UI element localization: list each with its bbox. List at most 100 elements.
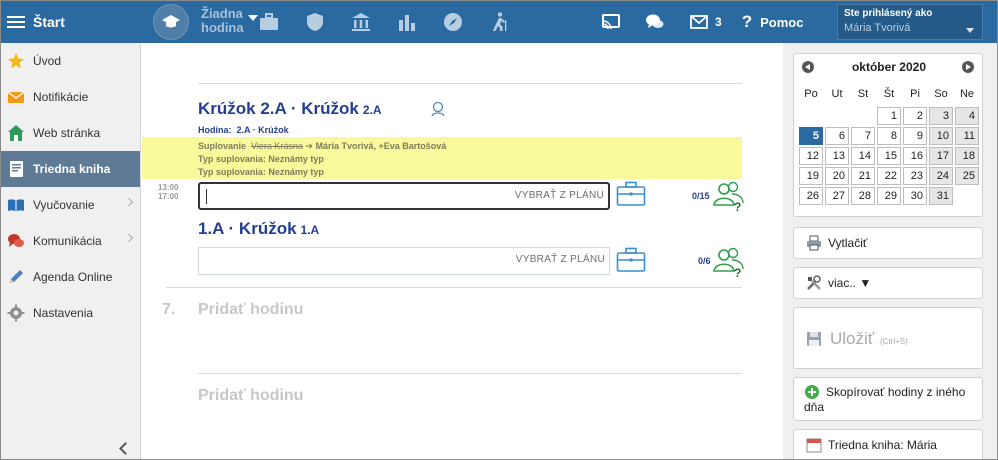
calendar-day[interactable]: 6 bbox=[825, 127, 849, 145]
attendance-count: 0/6 bbox=[698, 256, 711, 266]
lesson-topic-input[interactable]: VYBRAŤ Z PLÁNU bbox=[198, 182, 610, 210]
help-icon[interactable]: ? bbox=[742, 12, 752, 32]
calendar-day[interactable]: 10 bbox=[929, 127, 953, 145]
calendar-day[interactable]: 8 bbox=[877, 127, 901, 145]
calendar-day[interactable]: 17 bbox=[929, 147, 953, 165]
lesson-time: 13:00 17:00 bbox=[158, 183, 179, 201]
collapse-sidebar-icon[interactable] bbox=[119, 442, 132, 455]
lesson-title[interactable]: 1.A · Krúžok 1.A bbox=[198, 219, 319, 239]
calendar-day[interactable]: 23 bbox=[903, 167, 927, 185]
calendar-day[interactable]: 1 bbox=[877, 107, 901, 125]
attendance-people-icon[interactable]: ? bbox=[712, 181, 746, 211]
calendar-day[interactable]: 5 bbox=[799, 127, 823, 145]
calendar-day[interactable]: 7 bbox=[851, 127, 875, 145]
envelope-icon[interactable] bbox=[687, 10, 711, 34]
calendar-day[interactable]: 31 bbox=[929, 187, 953, 205]
calendar-day[interactable]: 22 bbox=[877, 167, 901, 185]
calendar-sheet-icon bbox=[806, 438, 822, 453]
calendar-day[interactable]: 26 bbox=[799, 187, 823, 205]
chat-bubbles-icon[interactable] bbox=[643, 10, 667, 34]
lesson-select[interactable]: Žiadna hodina bbox=[201, 7, 261, 35]
attendance-people-icon[interactable]: ? bbox=[712, 247, 746, 277]
calendar-month: október 2020 bbox=[851, 60, 927, 74]
user-account-dropdown[interactable]: Ste prihlásený ako Mária Tvorivá bbox=[837, 4, 983, 40]
sidebar-item-label: Vyučovanie bbox=[33, 198, 95, 212]
building-icon[interactable] bbox=[343, 4, 379, 40]
calendar-day[interactable]: 24 bbox=[929, 167, 953, 185]
teacher-icon[interactable] bbox=[430, 101, 446, 117]
text-cursor bbox=[206, 189, 207, 204]
sidebar-item-vyucovanie[interactable]: Vyučovanie bbox=[1, 187, 140, 223]
calendar-day[interactable]: 3 bbox=[929, 107, 953, 125]
sidebar-item-nastavenia[interactable]: Nastavenia bbox=[1, 295, 140, 331]
lesson-title[interactable]: Krúžok 2.A · Krúžok 2.A bbox=[198, 99, 382, 119]
lesson-list: Krúžok 2.A · Krúžok 2.A Hodina: 2.A · Krú… bbox=[142, 43, 782, 459]
right-panel: október 2020 Po Ut St Št Pi So Ne 1 2 3 4 5 6 7 8 9 10 1… bbox=[783, 43, 997, 459]
sidebar-item-agenda-online[interactable]: Agenda Online bbox=[1, 259, 140, 295]
calendar-weekday: Št bbox=[883, 88, 895, 100]
calendar-blank bbox=[799, 107, 823, 125]
compass-icon[interactable] bbox=[435, 4, 471, 40]
help-link[interactable]: Pomoc bbox=[760, 15, 803, 30]
calendar-day[interactable]: 21 bbox=[851, 167, 875, 185]
calendar-day[interactable]: 18 bbox=[955, 147, 979, 165]
copy-lessons-button[interactable]: Skopírovať hodiny z iného dňa bbox=[793, 377, 983, 421]
calendar-weekday: Ne bbox=[959, 88, 975, 100]
svg-text:?: ? bbox=[734, 200, 741, 211]
calendar-day[interactable]: 29 bbox=[877, 187, 901, 205]
divider bbox=[198, 373, 742, 374]
print-button[interactable]: Vytlačiť bbox=[793, 227, 983, 259]
add-lesson-link[interactable]: Pridať hodinu bbox=[198, 301, 303, 319]
top-bar: Štart Žiadna hodina 3 ? Pomoc Ste prihlás… bbox=[1, 1, 997, 43]
choose-from-plan-link[interactable]: VYBRAŤ Z PLÁNU bbox=[516, 254, 605, 265]
sidebar-item-notifikacie[interactable]: Notifikácie bbox=[1, 79, 140, 115]
calendar-day[interactable]: 27 bbox=[825, 187, 849, 205]
class-book-button[interactable]: Triedna kniha: Mária bbox=[793, 429, 983, 459]
school-cap-icon[interactable] bbox=[153, 4, 189, 40]
calendar-weekdays: Po Ut St Št Pi So Ne bbox=[798, 88, 980, 100]
calendar-day[interactable]: 16 bbox=[903, 147, 927, 165]
bar-chart-icon[interactable] bbox=[389, 4, 425, 40]
sidebar-item-uvod[interactable]: Úvod bbox=[1, 43, 140, 79]
choose-from-plan-link[interactable]: VYBRAŤ Z PLÁNU bbox=[515, 190, 604, 201]
sidebar-item-komunikacia[interactable]: Komunikácia bbox=[1, 223, 140, 259]
calendar-day[interactable]: 15 bbox=[877, 147, 901, 165]
hamburger-menu-icon[interactable] bbox=[7, 1, 27, 43]
cast-screen-icon[interactable] bbox=[599, 10, 623, 34]
message-count-badge: 3 bbox=[715, 15, 722, 29]
calendar-day[interactable]: 30 bbox=[903, 187, 927, 205]
save-button[interactable]: Uložiť (Ctrl+S) bbox=[793, 307, 983, 369]
chat-icon bbox=[8, 234, 24, 247]
calendar-day[interactable]: 19 bbox=[799, 167, 823, 185]
briefcase-icon[interactable] bbox=[616, 181, 646, 207]
sidebar-item-web-stranka[interactable]: Web stránka bbox=[1, 115, 140, 151]
chevron-down-icon[interactable] bbox=[248, 15, 258, 21]
star-icon bbox=[8, 53, 24, 69]
calendar-day[interactable]: 20 bbox=[825, 167, 849, 185]
calendar-day[interactable]: 11 bbox=[955, 127, 979, 145]
previous-month-icon[interactable] bbox=[802, 61, 814, 73]
calendar-weekday: So bbox=[934, 88, 948, 100]
calendar-day[interactable]: 13 bbox=[825, 147, 849, 165]
calendar-day[interactable]: 25 bbox=[955, 167, 979, 185]
lesson-topic-input[interactable]: VYBRAŤ Z PLÁNU bbox=[198, 247, 610, 275]
sidebar-item-label: Notifikácie bbox=[33, 90, 89, 104]
more-options-button[interactable]: viac.. ▼ bbox=[793, 267, 983, 299]
hiking-icon[interactable] bbox=[481, 4, 517, 40]
attendance-count: 0/15 bbox=[692, 191, 710, 201]
calendar-blank bbox=[851, 107, 875, 125]
next-month-icon[interactable] bbox=[962, 61, 974, 73]
add-lesson-link[interactable]: Pridať hodinu bbox=[198, 387, 303, 405]
shield-icon[interactable] bbox=[297, 4, 333, 40]
calendar-day[interactable]: 28 bbox=[851, 187, 875, 205]
calendar-day[interactable]: 2 bbox=[903, 107, 927, 125]
briefcase-icon[interactable] bbox=[616, 247, 646, 273]
gear-icon bbox=[7, 304, 25, 322]
home-link[interactable]: Štart bbox=[33, 1, 65, 43]
calendar-day[interactable]: 9 bbox=[903, 127, 927, 145]
sidebar-item-label: Nastavenia bbox=[33, 306, 94, 320]
calendar-day[interactable]: 12 bbox=[799, 147, 823, 165]
calendar-day[interactable]: 4 bbox=[955, 107, 979, 125]
sidebar-item-triedna-kniha[interactable]: Triedna kniha bbox=[1, 151, 140, 187]
calendar-day[interactable]: 14 bbox=[851, 147, 875, 165]
